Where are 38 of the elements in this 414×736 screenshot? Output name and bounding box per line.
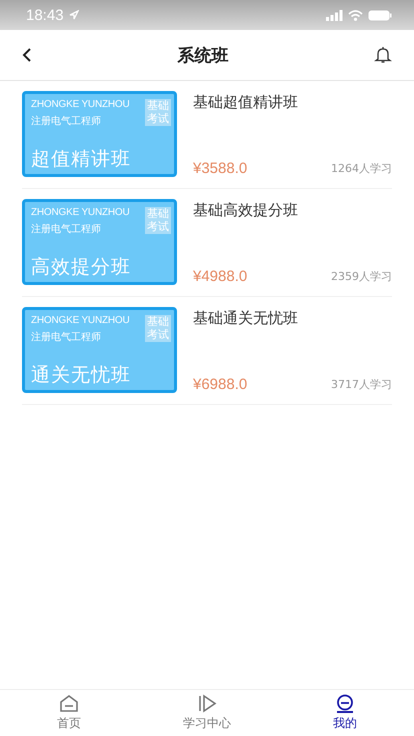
- tab-bar-item[interactable]: 学习中心: [138, 690, 276, 736]
- cover-brand: ZHONGKE YUNZHOU: [31, 207, 130, 218]
- learner-count: 2359人学习: [331, 269, 392, 284]
- learner-count: 3717人学习: [331, 377, 392, 392]
- cover-headline: 超值精讲班: [31, 147, 132, 172]
- back-icon: [22, 47, 32, 63]
- battery-icon: [368, 10, 392, 20]
- course-price: ¥4988.0: [193, 268, 248, 285]
- course-title: 基础高效提分班: [193, 201, 299, 220]
- course-title: 基础超值精讲班: [193, 93, 299, 112]
- cover-tag: 基础考试: [144, 99, 171, 126]
- location-arrow-icon: [68, 10, 79, 20]
- cover-brand: ZHONGKE YUNZHOU: [31, 315, 130, 326]
- course-item[interactable]: ZHONGKE YUNZHOU 注册电气工程师 基础考试 通关无忧班 基础通关无忧班 ¥6988.0 3717人学习: [22, 297, 392, 405]
- cover-tag: 基础考试: [144, 315, 171, 342]
- cover-brand: ZHONGKE YUNZHOU: [31, 99, 130, 110]
- course-title: 基础通关无忧班: [193, 309, 299, 328]
- wifi-icon: [348, 10, 363, 20]
- learner-count: 1264人学习: [331, 161, 392, 176]
- cover-headline: 通关无忧班: [31, 363, 132, 388]
- cover-subject: 注册电气工程师: [31, 330, 102, 344]
- course-price: ¥3588.0: [193, 160, 248, 177]
- cover-tag: 基础考试: [144, 207, 171, 234]
- course-item[interactable]: ZHONGKE YUNZHOU 注册电气工程师 基础考试 高效提分班 基础高效提分班 ¥4988.0 2359人学习: [22, 189, 392, 297]
- course-price: ¥6988.0: [193, 376, 248, 393]
- cover-subject: 注册电气工程师: [31, 222, 102, 236]
- page-title: 系统班: [178, 44, 228, 66]
- course-item[interactable]: ZHONGKE YUNZHOU 注册电气工程师 基础考试 超值精讲班 基础超值精讲班 ¥3588.0 1264人学习: [22, 81, 392, 189]
- status-time: 18:43: [26, 6, 64, 24]
- cover-subject: 注册电气工程师: [31, 114, 102, 128]
- profile-icon: [335, 694, 355, 713]
- cover-headline: 高效提分班: [31, 255, 132, 280]
- bell-icon: [374, 46, 392, 64]
- play-icon: [197, 694, 217, 713]
- home-icon: [59, 694, 79, 713]
- tab-bar-item[interactable]: 首页: [0, 690, 138, 736]
- tab-bar-item[interactable]: 我的: [276, 690, 414, 736]
- signal-icon: [326, 10, 343, 20]
